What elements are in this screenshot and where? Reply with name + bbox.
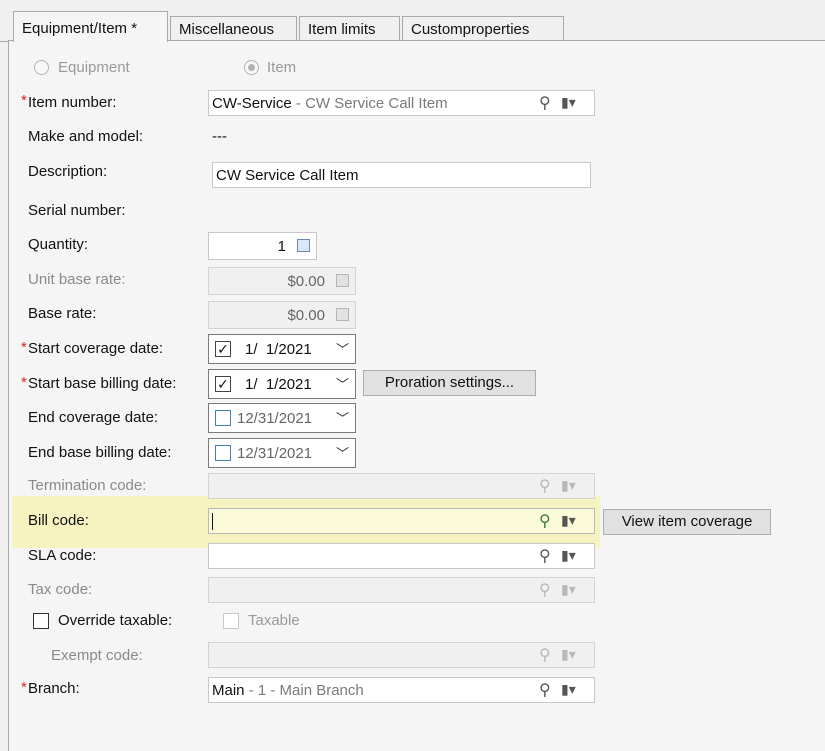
quantity-field[interactable]: 1 xyxy=(208,232,317,260)
item-number-label: Item number: xyxy=(28,94,117,111)
start-billing-checkbox[interactable]: ✓ xyxy=(215,376,231,392)
chevron-down-icon[interactable]: ﹀ xyxy=(336,374,349,393)
description-field[interactable]: CW Service Call Item xyxy=(212,162,591,188)
start-billing-label: Start base billing date: xyxy=(28,375,177,392)
base-rate-label: Base rate: xyxy=(28,305,97,322)
item-number-value: CW-Service - CW Service Call Item xyxy=(212,95,448,112)
calculator-icon xyxy=(336,274,349,287)
magnifier-icon: ⚲ xyxy=(539,95,551,112)
magnifier-icon: ⚲ xyxy=(539,478,551,495)
branch-value: Main - 1 - Main Branch xyxy=(212,682,364,699)
quantity-label: Quantity: xyxy=(28,236,89,253)
equipment-radio xyxy=(34,60,49,75)
end-billing-checkbox[interactable] xyxy=(215,445,231,461)
description-label: Description: xyxy=(28,163,108,180)
equipment-radio-label: Equipment xyxy=(58,59,130,76)
item-radio-label: Item xyxy=(267,59,297,76)
item-number-field[interactable]: CW-Service - CW Service Call Item ⚲ ▮▾ xyxy=(208,90,595,116)
sla-code-lookup[interactable]: ⚲ ▮▾ xyxy=(539,546,597,566)
bill-code-field[interactable]: ⚲ ▮▾ xyxy=(208,508,595,534)
magnifier-icon: ⚲ xyxy=(539,513,551,530)
exempt-code-field: ⚲ ▮▾ xyxy=(208,642,595,668)
exempt-code-label: Exempt code: xyxy=(51,647,143,664)
override-taxable-label: Override taxable: xyxy=(58,612,173,629)
branch-lookup[interactable]: ⚲ ▮▾ xyxy=(539,680,597,700)
make-model-value: --- xyxy=(212,128,227,145)
start-coverage-checkbox[interactable]: ✓ xyxy=(215,341,231,357)
chevron-down-icon[interactable]: ﹀ xyxy=(336,408,349,427)
bill-code-label: Bill code: xyxy=(28,512,89,529)
taxable-checkbox xyxy=(223,613,239,629)
options-dropdown-icon: ▮▾ xyxy=(561,681,576,697)
end-coverage-checkbox[interactable] xyxy=(215,410,231,426)
tax-code-label: Tax code: xyxy=(28,581,93,598)
serial-number-label: Serial number: xyxy=(28,202,126,219)
start-coverage-value: 1/ 1/2021 xyxy=(245,341,312,358)
required-mark: * xyxy=(21,92,27,109)
taxable-label: Taxable xyxy=(248,612,300,629)
required-mark: * xyxy=(21,339,27,356)
exempt-code-lookup: ⚲ ▮▾ xyxy=(539,645,597,665)
chevron-down-icon[interactable]: ﹀ xyxy=(336,443,349,462)
branch-field[interactable]: Main - 1 - Main Branch ⚲ ▮▾ xyxy=(208,677,595,703)
view-item-coverage-button[interactable]: View item coverage xyxy=(603,509,771,535)
magnifier-icon: ⚲ xyxy=(539,647,551,664)
end-coverage-value: 12/31/2021 xyxy=(237,410,313,427)
start-coverage-date-picker[interactable]: ✓ 1/ 1/2021 ﹀ xyxy=(208,334,356,364)
start-billing-date-picker[interactable]: ✓ 1/ 1/2021 ﹀ xyxy=(208,369,356,399)
options-dropdown-icon: ▮▾ xyxy=(561,94,576,110)
end-billing-value: 12/31/2021 xyxy=(237,445,313,462)
description-value: CW Service Call Item xyxy=(216,167,359,184)
magnifier-icon: ⚲ xyxy=(539,582,551,599)
required-mark: * xyxy=(21,374,27,391)
proration-settings-button[interactable]: Proration settings... xyxy=(363,370,536,396)
tab-equipment-item[interactable]: Equipment/Item * xyxy=(13,11,168,42)
termination-code-field: ⚲ ▮▾ xyxy=(208,473,595,499)
options-dropdown-icon: ▮▾ xyxy=(561,646,576,662)
required-mark: * xyxy=(21,679,27,696)
termination-code-lookup: ⚲ ▮▾ xyxy=(539,476,597,496)
options-dropdown-icon: ▮▾ xyxy=(561,547,576,563)
options-dropdown-icon: ▮▾ xyxy=(561,581,576,597)
chevron-down-icon[interactable]: ﹀ xyxy=(336,339,349,358)
make-model-label: Make and model: xyxy=(28,128,144,145)
item-number-lookup[interactable]: ⚲ ▮▾ xyxy=(539,93,597,113)
end-billing-date-picker[interactable]: 12/31/2021 ﹀ xyxy=(208,438,356,468)
tab-item-limits[interactable]: Item limits xyxy=(299,16,400,42)
start-billing-value: 1/ 1/2021 xyxy=(245,376,312,393)
item-radio xyxy=(244,60,259,75)
end-coverage-label: End coverage date: xyxy=(28,409,159,426)
options-dropdown-icon: ▮▾ xyxy=(561,512,576,528)
tab-custom-properties[interactable]: Customproperties xyxy=(402,16,564,42)
text-cursor xyxy=(212,513,213,530)
quantity-value: 1 xyxy=(277,238,286,255)
calculator-icon xyxy=(336,308,349,321)
tax-code-lookup: ⚲ ▮▾ xyxy=(539,580,597,600)
magnifier-icon: ⚲ xyxy=(539,548,551,565)
start-coverage-label: Start coverage date: xyxy=(28,340,164,357)
sla-code-field[interactable]: ⚲ ▮▾ xyxy=(208,543,595,569)
override-taxable-checkbox[interactable] xyxy=(33,613,49,629)
tax-code-field: ⚲ ▮▾ xyxy=(208,577,595,603)
end-billing-label: End base billing date: xyxy=(28,444,172,461)
bill-code-lookup[interactable]: ⚲ ▮▾ xyxy=(539,511,597,531)
termination-code-label: Termination code: xyxy=(28,477,147,494)
sla-code-label: SLA code: xyxy=(28,547,97,564)
unit-base-rate-field: $0.00 xyxy=(208,267,356,295)
base-rate-value: $0.00 xyxy=(287,307,325,324)
base-rate-field: $0.00 xyxy=(208,301,356,329)
calculator-icon[interactable] xyxy=(297,239,310,252)
end-coverage-date-picker[interactable]: 12/31/2021 ﹀ xyxy=(208,403,356,433)
unit-base-rate-label: Unit base rate: xyxy=(28,271,126,288)
tab-miscellaneous[interactable]: Miscellaneous xyxy=(170,16,297,42)
magnifier-icon: ⚲ xyxy=(539,682,551,699)
branch-label: Branch: xyxy=(28,680,80,697)
options-dropdown-icon: ▮▾ xyxy=(561,477,576,493)
unit-base-rate-value: $0.00 xyxy=(287,273,325,290)
